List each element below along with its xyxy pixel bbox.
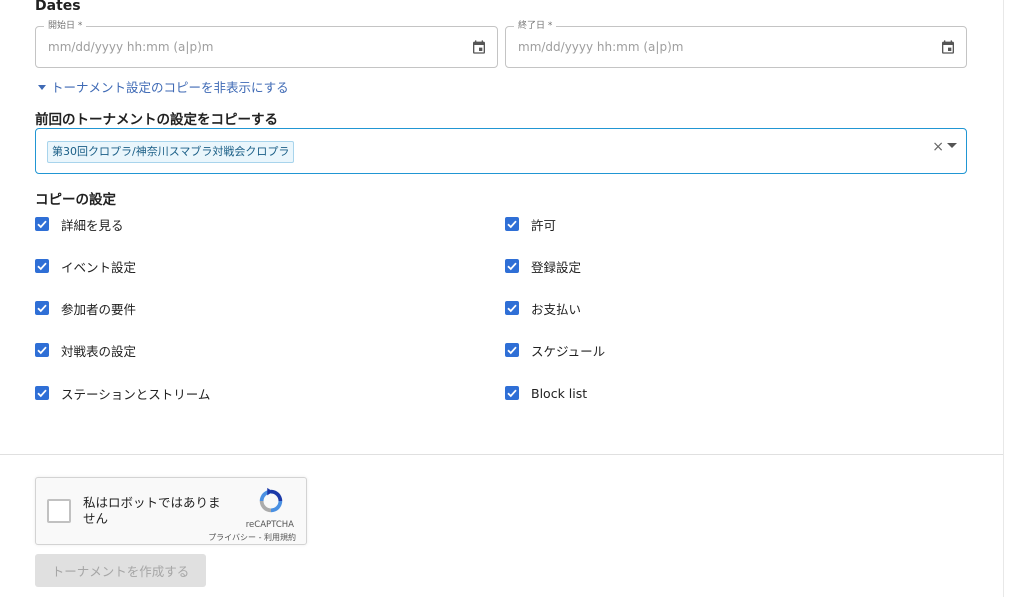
checkbox-checked-icon[interactable] [505,301,519,315]
copy-settings-title: コピーの設定 [35,192,116,208]
checkbox-checked-icon[interactable] [505,343,519,357]
hide-copy-settings-label: トーナメント設定のコピーを非表示にする [51,80,289,95]
recaptcha-privacy-terms-links[interactable]: プライバシー - 利用規約 [208,532,296,543]
copy-option-details[interactable]: 詳細を見る [35,215,124,233]
checkbox-checked-icon[interactable] [505,386,519,400]
copy-option-label: スケジュール [531,343,606,359]
selected-tournament-chip: 第30回クロプラ/神奈川スマブラ対戦会クロプラ [47,141,295,163]
previous-tournament-select[interactable]: 第30回クロプラ/神奈川スマブラ対戦会クロプラ × [35,128,967,174]
recaptcha-widget: 私はロボットではありません reCAPTCHA プライバシー - 利用規約 [35,477,307,545]
copy-option-bracket-settings[interactable]: 対戦表の設定 [35,341,136,359]
copy-option-label: 対戦表の設定 [61,343,137,359]
panel-edge [1003,0,1004,597]
copy-option-label: 登録設定 [531,259,582,275]
end-date-label: 終了日 * [514,19,557,33]
copy-option-requirements[interactable]: 参加者の要件 [35,299,136,317]
recaptcha-checkbox[interactable] [47,499,71,523]
checkbox-checked-icon[interactable] [35,343,49,357]
copy-option-schedule[interactable]: スケジュール [505,341,605,359]
checkbox-checked-icon[interactable] [35,386,49,400]
calendar-icon[interactable] [471,39,487,55]
dates-section-title: Dates [35,0,81,14]
copy-option-label: ステーションとストリーム [61,386,211,402]
copy-option-payments[interactable]: お支払い [505,299,581,317]
copy-option-block-list[interactable]: Block list [505,384,587,402]
copy-option-registration[interactable]: 登録設定 [505,257,581,275]
caret-down-icon [38,85,46,90]
end-date-field[interactable]: 終了日 * mm/dd/yyyy hh:mm (a|p)m [505,19,967,68]
copy-option-label: 許可 [531,217,557,233]
start-date-field[interactable]: 開始日 * mm/dd/yyyy hh:mm (a|p)m [35,19,498,68]
checkbox-checked-icon[interactable] [35,259,49,273]
start-date-placeholder: mm/dd/yyyy hh:mm (a|p)m [48,40,214,54]
recaptcha-brand: reCAPTCHA [245,520,294,530]
clear-selection-icon[interactable]: × [932,139,944,155]
create-tournament-page: Dates 開始日 * mm/dd/yyyy hh:mm (a|p)m 終了日 … [0,0,1015,597]
dropdown-arrow-icon[interactable] [947,143,957,148]
copy-from-label: 前回のトーナメントの設定をコピーする [35,112,278,128]
copy-option-label: お支払い [531,301,582,317]
copy-option-label: 参加者の要件 [61,301,137,317]
hide-copy-settings-link[interactable]: トーナメント設定のコピーを非表示にする [38,77,289,96]
checkbox-checked-icon[interactable] [35,217,49,231]
copy-option-label: 詳細を見る [61,217,124,233]
copy-option-stations-streams[interactable]: ステーションとストリーム [35,384,210,402]
copy-option-label: Block list [531,385,588,401]
checkbox-checked-icon[interactable] [505,217,519,231]
checkbox-checked-icon[interactable] [505,259,519,273]
recaptcha-logo-icon [259,487,283,513]
end-date-placeholder: mm/dd/yyyy hh:mm (a|p)m [518,40,684,54]
create-tournament-button[interactable]: トーナメントを作成する [35,554,206,587]
copy-option-permissions[interactable]: 許可 [505,215,556,233]
copy-option-label: イベント設定 [61,259,137,275]
recaptcha-text: 私はロボットではありません [83,495,221,526]
start-date-label: 開始日 * [44,19,87,33]
calendar-icon[interactable] [940,39,956,55]
copy-option-event-settings[interactable]: イベント設定 [35,257,136,275]
section-divider [0,454,1003,455]
checkbox-checked-icon[interactable] [35,301,49,315]
